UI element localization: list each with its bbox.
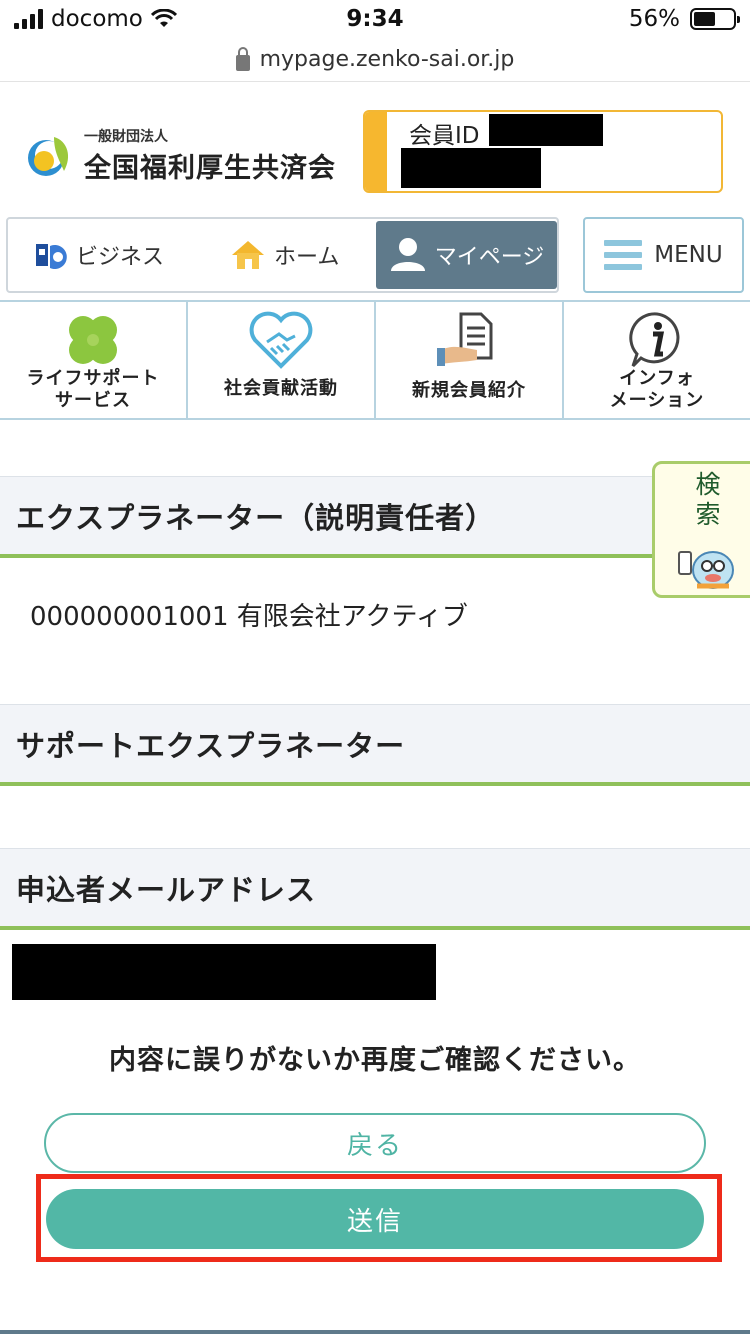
redacted-member-name (401, 148, 541, 188)
user-icon (390, 238, 425, 271)
send-button[interactable]: 送信 (46, 1189, 704, 1249)
section-email-title: 申込者メールアドレス (0, 848, 750, 930)
lock-icon (235, 46, 250, 71)
category-life-support[interactable]: ライフサポート サービス (0, 302, 188, 418)
menu-label: MENU (654, 242, 723, 268)
redacted-member-id (489, 114, 603, 146)
battery-icon (690, 8, 740, 30)
url-bar[interactable]: mypage.zenko-sai.or.jp (0, 38, 750, 82)
confirm-message: 内容に誤りがないか再度ご確認ください。 (109, 1045, 641, 1076)
search-tab[interactable]: 検 索 (652, 461, 750, 598)
logo-org-type: 一般財団法人 (84, 129, 168, 145)
category-social-contribution[interactable]: 社会貢献活動 (188, 302, 376, 418)
info-icon (629, 312, 680, 368)
document-hand-icon (437, 312, 493, 366)
status-right: 56% (628, 6, 740, 32)
handshake-heart-icon (249, 311, 313, 369)
category-member-referral[interactable]: 新規会員紹介 (376, 302, 564, 418)
search-tab-char-2: 索 (695, 500, 721, 529)
explainer-value: 000000001001 有限会社アクティブ (30, 602, 468, 632)
member-id-label: 会員ID (409, 123, 480, 149)
logo-org-name: 全国福利厚生共済会 (84, 153, 336, 184)
home-icon (232, 241, 264, 269)
mascot-icon (678, 551, 734, 589)
site-logo[interactable]: 一般財団法人 全国福利厚生共済会 (24, 126, 336, 185)
category-label: 新規会員紹介 (412, 380, 526, 401)
category-label-2: メーション (609, 390, 705, 411)
nav-business[interactable]: ビジネス (34, 219, 164, 291)
member-box-stripe (365, 112, 387, 191)
member-id-box: 会員ID (363, 110, 723, 193)
search-tab-char-1: 検 (695, 470, 721, 499)
bottom-bar (0, 1330, 750, 1334)
nav-mypage-label: マイページ (434, 245, 545, 270)
nav-mypage[interactable]: マイページ (376, 221, 557, 289)
menu-button[interactable]: MENU (583, 217, 744, 293)
section-support-title: サポートエクスプラネーター (0, 704, 750, 786)
battery-percent: 56% (628, 6, 680, 32)
search-tab-label: 検 索 (693, 470, 723, 530)
business-icon (36, 244, 67, 269)
nav-business-label: ビジネス (76, 245, 165, 270)
top-nav: ビジネス ホーム マイページ (6, 217, 559, 293)
category-row: ライフサポート サービス 社会貢献活動 新規会員紹介 インフォ メーション (0, 300, 750, 420)
hamburger-icon (604, 234, 643, 276)
category-label: 社会貢献活動 (224, 378, 338, 399)
back-button[interactable]: 戻る (44, 1113, 706, 1173)
nav-home-label: ホーム (274, 245, 340, 270)
section-explainer-title: エクスプラネーター（説明責任者） (0, 476, 750, 558)
category-label: インフォ (619, 368, 695, 389)
url-text: mypage.zenko-sai.or.jp (259, 47, 515, 72)
logo-mark-icon (28, 136, 69, 176)
category-information[interactable]: インフォ メーション (564, 302, 750, 418)
nav-home[interactable]: ホーム (230, 219, 339, 291)
clover-icon (69, 316, 117, 364)
category-label-2: サービス (55, 390, 131, 411)
status-bar: docomo 9:34 56% (0, 0, 750, 42)
redacted-email (12, 944, 436, 1000)
